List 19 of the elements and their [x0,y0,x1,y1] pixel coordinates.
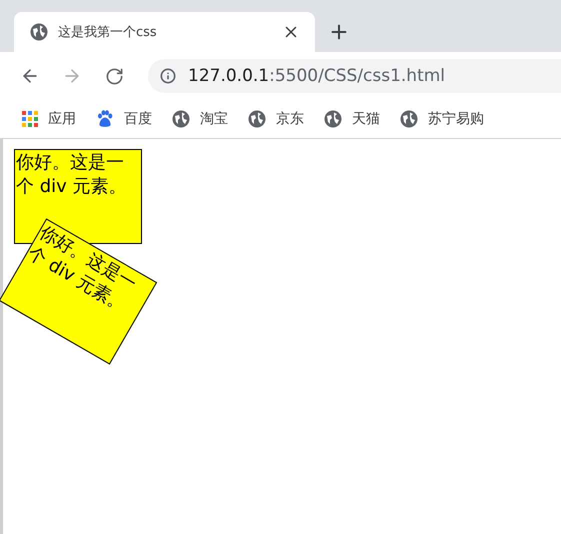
bookmark-link[interactable]: 应用 [22,110,76,128]
bookmark-link[interactable]: 京东 [248,110,304,128]
globe-icon [30,23,48,41]
globe-icon [248,110,266,128]
globe-icon [324,110,342,128]
bookmark-link[interactable]: 百度 [96,110,152,128]
reload-icon [104,66,124,86]
tab-title: 这是我第一个css [58,24,158,41]
info-icon [160,68,176,84]
bookmark-link[interactable]: 淘宝 [172,110,228,128]
bookmark-link[interactable]: 苏宁易购 [400,110,484,128]
apps-grid-icon [22,111,38,127]
globe-icon [172,110,190,128]
globe-icon [400,110,418,128]
address-bar[interactable]: 127.0.0.1:5500/CSS/css1.html [148,59,561,93]
paw-icon [96,110,114,128]
url-text: 127.0.0.1:5500/CSS/css1.html [188,66,446,86]
bookmark-link[interactable]: 天猫 [324,110,380,128]
browser-tab[interactable]: 这是我第一个css [14,12,315,52]
